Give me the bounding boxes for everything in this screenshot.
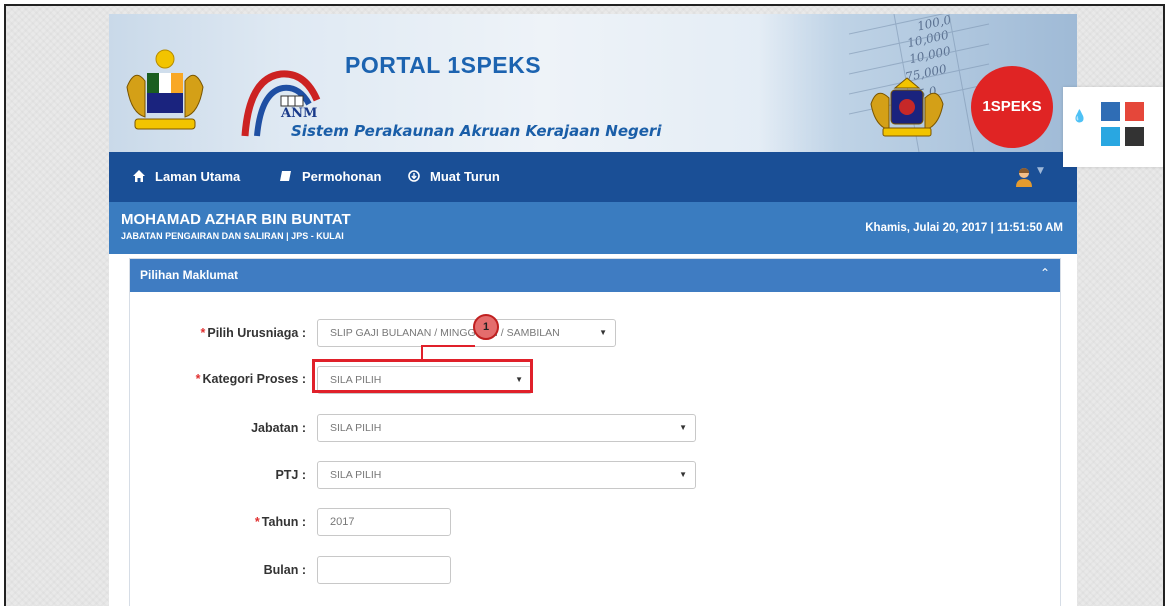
theme-switcher: 💧 <box>1063 87 1163 167</box>
tahun-input[interactable]: 2017 <box>317 508 451 536</box>
theme-swatch-red[interactable] <box>1125 102 1144 121</box>
main-navbar: Laman Utama Permohonan Muat Turun ▼ <box>109 152 1077 202</box>
callout-connector <box>421 345 475 347</box>
tahun-label: * Tahun : <box>136 515 306 529</box>
nav-label: Permohonan <box>302 169 382 184</box>
required-marker: * <box>195 372 201 386</box>
dropdown-arrow-icon: ▼ <box>679 470 687 479</box>
download-icon <box>408 170 420 182</box>
page: 100,0 10,000 10,000 75,000 $205,0 <box>109 14 1077 606</box>
jabatan-select[interactable]: SILA PILIH ▼ <box>317 414 696 442</box>
jabatan-label: Jabatan : <box>136 421 306 435</box>
urusniaga-select[interactable]: SLIP GAJI BULANAN / MINGGUAN / SAMBILAN … <box>317 319 616 347</box>
label-text: Kategori Proses : <box>202 372 306 386</box>
theme-swatch-blue[interactable] <box>1101 102 1120 121</box>
panel-title: Pilihan Maklumat <box>140 268 239 282</box>
callout-connector <box>421 346 423 360</box>
header-banner: 100,0 10,000 10,000 75,000 $205,0 <box>109 14 1077 152</box>
portal-subtitle: Sistem Perakaunan Akruan Kerajaan Negeri <box>291 122 662 140</box>
highlight-box <box>312 359 533 393</box>
coat-of-arms-right-icon <box>870 77 944 137</box>
coat-of-arms-left-icon <box>126 49 204 130</box>
ptj-select[interactable]: SILA PILIH ▼ <box>317 461 696 489</box>
required-marker: * <box>200 326 206 340</box>
label-text: PTJ : <box>275 468 306 482</box>
home-icon <box>133 170 145 182</box>
user-menu-caret-icon[interactable]: ▼ <box>1037 166 1044 176</box>
nav-permohonan[interactable]: Permohonan <box>280 152 381 202</box>
nav-laman-utama[interactable]: Laman Utama <box>133 152 240 202</box>
nav-label: Muat Turun <box>430 169 500 184</box>
panel-header: Pilihan Maklumat ⌃ <box>130 259 1060 292</box>
callout-number-badge: 1 <box>473 314 499 340</box>
label-text: Tahun : <box>261 515 306 529</box>
current-datetime: Khamis, Julai 20, 2017 | 11:51:50 AM <box>865 222 1063 234</box>
user-name: MOHAMAD AZHAR BIN BUNTAT <box>121 211 351 228</box>
1speks-badge: 1SPEKS <box>971 66 1053 148</box>
label-text: Jabatan : <box>251 421 306 435</box>
kategori-label: * Kategori Proses : <box>136 372 306 386</box>
select-value: SLIP GAJI BULANAN / MINGGUAN / SAMBILAN <box>330 327 560 339</box>
input-value: 2017 <box>330 516 355 528</box>
select-value: SILA PILIH <box>330 422 382 434</box>
bulan-input[interactable] <box>317 556 451 584</box>
dropdown-arrow-icon: ▼ <box>599 328 607 337</box>
portal-title: PORTAL 1SPEKS <box>345 52 542 78</box>
nav-muat-turun[interactable]: Muat Turun <box>408 152 500 202</box>
book-icon <box>280 171 291 181</box>
user-icon[interactable] <box>1015 167 1033 187</box>
user-info-bar: MOHAMAD AZHAR BIN BUNTAT JABATAN PENGAIR… <box>109 202 1077 254</box>
theme-swatch-dark[interactable] <box>1125 127 1144 146</box>
label-text: Bulan : <box>263 563 306 577</box>
label-text: Pilih Urusniaga : <box>207 326 306 340</box>
anm-label: ANM <box>281 106 318 121</box>
theme-swatch-lightblue[interactable] <box>1101 127 1120 146</box>
dropdown-arrow-icon: ▼ <box>679 423 687 432</box>
required-marker: * <box>254 515 260 529</box>
user-department: JABATAN PENGAIRAN DAN SALIRAN | JPS - KU… <box>121 231 344 241</box>
urusniaga-label: * Pilih Urusniaga : <box>136 326 306 340</box>
screenshot-frame: 100,0 10,000 10,000 75,000 $205,0 <box>4 4 1165 606</box>
pilihan-maklumat-panel: Pilihan Maklumat ⌃ * Pilih Urusniaga : SL… <box>129 258 1061 606</box>
select-value: SILA PILIH <box>330 469 382 481</box>
nav-label: Laman Utama <box>155 169 241 184</box>
ptj-label: PTJ : <box>136 468 306 482</box>
chevron-up-icon[interactable]: ⌃ <box>1040 266 1050 280</box>
bulan-label: Bulan : <box>136 563 306 577</box>
droplet-icon[interactable]: 💧 <box>1072 109 1087 123</box>
